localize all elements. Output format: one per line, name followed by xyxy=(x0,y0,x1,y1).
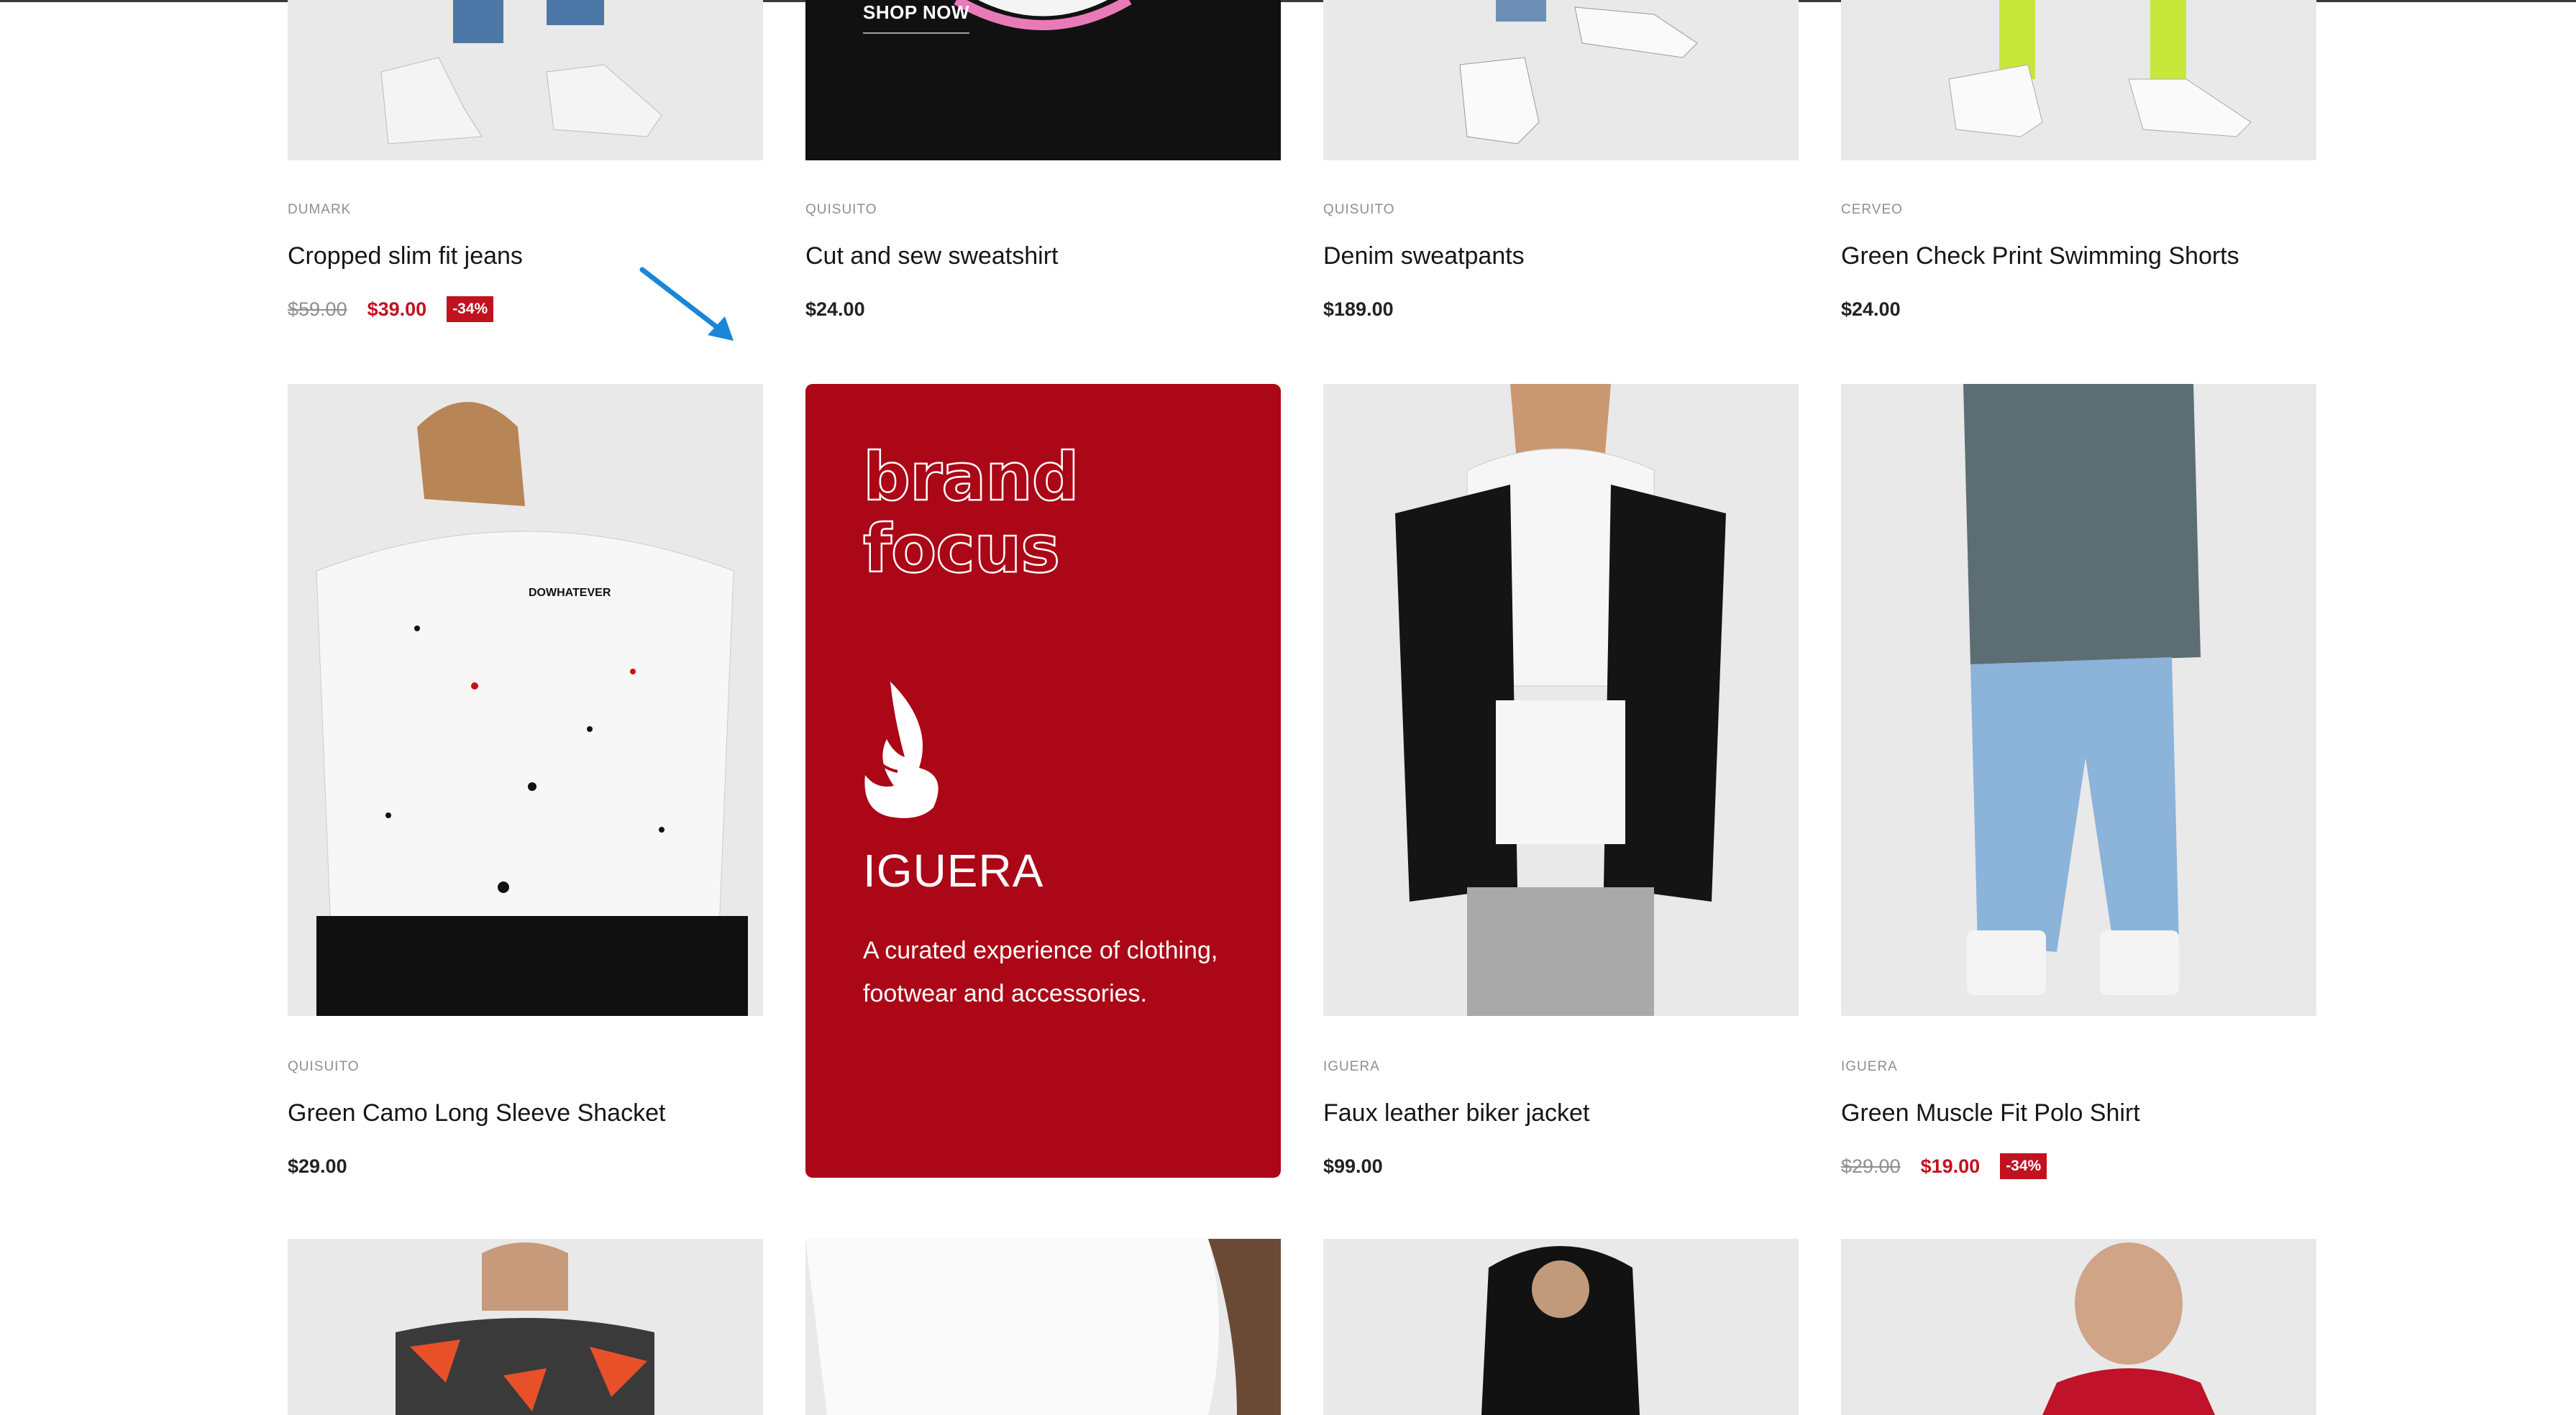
discount-badge: -34% xyxy=(447,296,494,322)
price: $189.00 xyxy=(1323,298,1394,320)
product-image[interactable]: DOWHATEVER xyxy=(288,384,763,1016)
product-title[interactable]: Faux leather biker jacket xyxy=(1323,1099,1589,1127)
product-brand: QUISUITO xyxy=(1323,202,1395,217)
arrow-icon xyxy=(639,267,734,341)
product-image[interactable] xyxy=(1841,0,2316,160)
original-price: $59.00 xyxy=(288,298,347,320)
brand-description: A curated experience of clothing, footwe… xyxy=(863,937,1218,1007)
product-image[interactable] xyxy=(1841,1239,2316,1415)
brand-focus-headline: brand focus xyxy=(862,439,1080,587)
product-grid: DUMARK Cropped slim fit jeans $59.00 $39… xyxy=(0,0,2576,1415)
product-title[interactable]: Green Muscle Fit Polo Shirt xyxy=(1841,1099,2140,1127)
product-title[interactable]: Cut and sew sweatshirt xyxy=(805,242,1059,270)
brand-focus-banner[interactable]: brand focus IGUERA A curated experience … xyxy=(805,1,1281,1178)
shop-now-link[interactable]: SHOP NOW xyxy=(863,1,969,34)
price-row: $29.00 xyxy=(288,1152,347,1181)
product-brand: DUMARK xyxy=(288,202,352,217)
product-title[interactable]: Green Camo Long Sleeve Shacket xyxy=(288,1099,665,1127)
product-title[interactable]: Cropped slim fit jeans xyxy=(288,242,523,270)
product-brand: IGUERA xyxy=(1323,1059,1380,1074)
product-brand: QUISUITO xyxy=(805,202,877,217)
product-image[interactable] xyxy=(1323,1239,1799,1415)
headline-line: focus xyxy=(862,510,1061,587)
price: $29.00 xyxy=(288,1155,347,1177)
product-image[interactable] xyxy=(288,0,763,160)
price: $99.00 xyxy=(1323,1155,1383,1177)
product-brand: CERVEO xyxy=(1841,202,1903,217)
price-row: $99.00 xyxy=(1323,1152,1383,1181)
price-row: $24.00 xyxy=(1841,295,1901,324)
price-row: $24.00 xyxy=(805,295,865,324)
price-row: $59.00 $39.00 -34% xyxy=(288,295,494,324)
sale-price: $39.00 xyxy=(367,298,427,320)
product-brand: QUISUITO xyxy=(288,1059,360,1074)
product-title[interactable]: Green Check Print Swimming Shorts xyxy=(1841,242,2239,270)
price: $24.00 xyxy=(1841,298,1901,320)
price: $24.00 xyxy=(805,298,865,320)
product-image[interactable] xyxy=(1323,0,1799,160)
product-image[interactable] xyxy=(288,1239,763,1415)
brand-name: IGUERA xyxy=(863,845,1044,897)
price-row: $189.00 xyxy=(1323,295,1394,324)
product-brand: IGUERA xyxy=(1841,1059,1898,1074)
product-title[interactable]: Denim sweatpants xyxy=(1323,242,1525,270)
svg-text:DOWHATEVER: DOWHATEVER xyxy=(529,587,611,599)
product-image[interactable] xyxy=(805,1239,1281,1415)
headline-line: brand xyxy=(862,439,1080,516)
phoenix-icon xyxy=(864,682,938,818)
price-row: $29.00 $19.00 -34% xyxy=(1841,1152,2047,1181)
original-price: $29.00 xyxy=(1841,1155,1901,1177)
product-image[interactable] xyxy=(1323,384,1799,1016)
sale-price: $19.00 xyxy=(1920,1155,1981,1177)
discount-badge: -34% xyxy=(2000,1153,2047,1179)
product-image[interactable] xyxy=(1841,384,2316,1016)
